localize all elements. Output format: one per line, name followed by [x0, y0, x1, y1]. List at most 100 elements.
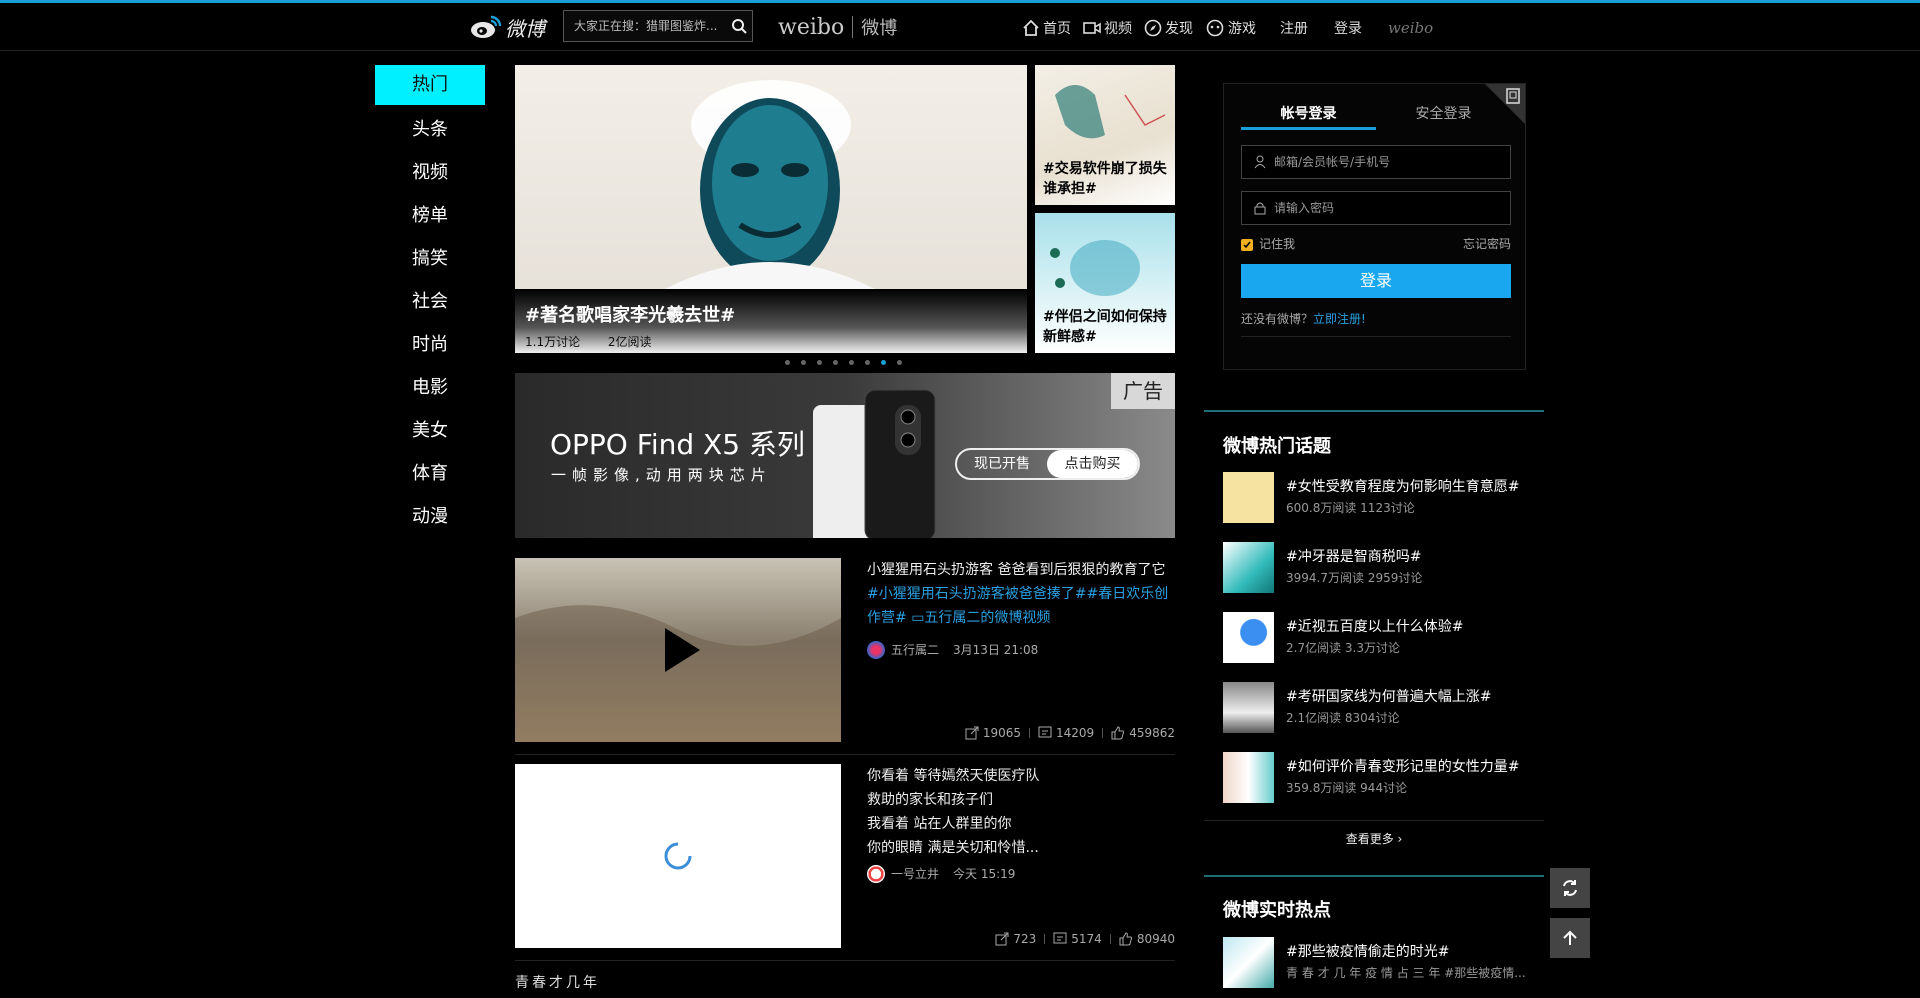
sidebar-item-hot[interactable]: 热门	[375, 65, 485, 105]
brand-wordmark: weibo 微博	[778, 12, 897, 42]
comment-stat[interactable]: 5174	[1053, 932, 1102, 946]
carousel-dot[interactable]	[849, 360, 854, 365]
feed-author-row: 五行属二 3月13日 21:08	[867, 638, 1172, 662]
forgot-password-link[interactable]: 忘记密码	[1463, 235, 1511, 252]
nav-discover[interactable]: 发现	[1144, 18, 1193, 38]
feed-video-link[interactable]: 五行属二的微博视频	[924, 610, 1050, 626]
remember-option[interactable]: 记住我	[1241, 235, 1295, 252]
carousel-dots	[785, 360, 913, 365]
topic-meta: 600.8万阅读 1123讨论	[1286, 501, 1415, 515]
video-thumbnail[interactable]	[515, 558, 841, 742]
sidebar-item-beauty[interactable]: 美女	[375, 409, 485, 452]
feed-item-3-title[interactable]: 青春才几年	[515, 972, 600, 992]
sidebar-item-headlines[interactable]: 头条	[375, 108, 485, 151]
carousel-dot[interactable]	[785, 360, 790, 365]
search-input[interactable]	[564, 11, 726, 41]
remember-checkbox[interactable]	[1241, 238, 1253, 251]
hot-topic-item[interactable]: #女性受教育程度为何影响生育意愿# 600.8万阅读 1123讨论	[1223, 472, 1543, 524]
feed-line: 你的眼睛 满是关切和怜惜...	[867, 840, 1039, 856]
hot-topic-item[interactable]: #冲牙器是智商税吗# 3994.7万阅读 2959讨论	[1223, 542, 1543, 594]
loading-spinner-icon	[664, 842, 692, 870]
nav-video[interactable]: 视频	[1083, 18, 1132, 38]
author-name[interactable]: 一号立井	[891, 862, 939, 886]
topic-meta: 3994.7万阅读 2959讨论	[1286, 571, 1423, 585]
login-tabs: 帐号登录 安全登录	[1241, 100, 1511, 130]
register-link[interactable]: 注册	[1280, 18, 1308, 38]
share-stat[interactable]: 19065	[965, 726, 1021, 740]
refresh-button[interactable]	[1550, 868, 1590, 908]
carousel-main-image	[515, 65, 1027, 289]
weibo-mark: weibo	[1388, 19, 1434, 37]
author-name[interactable]: 五行属二	[891, 638, 939, 662]
compass-icon	[1144, 19, 1162, 37]
username-field	[1241, 145, 1511, 179]
sidebar-item-video[interactable]: 视频	[375, 151, 485, 194]
comment-stat[interactable]: 14209	[1038, 726, 1094, 740]
carousel-dot[interactable]	[817, 360, 822, 365]
top-nav: 首页 视频 发现 游戏 注册 登录 weibo	[1022, 13, 1433, 43]
avatar[interactable]	[867, 865, 885, 883]
tab-secure-login[interactable]: 安全登录	[1376, 100, 1511, 130]
divider	[1044, 934, 1046, 944]
like-stat[interactable]: 459862	[1111, 726, 1175, 740]
feed-item-2: 你看着 等待嫣然天使医疗队 救助的家长和孩子们 我看着 站在人群里的你 你的眼睛…	[515, 764, 1175, 948]
divider	[1204, 820, 1544, 821]
sidebar-item-rankings[interactable]: 榜单	[375, 194, 485, 237]
video-thumbnail[interactable]	[515, 764, 841, 948]
see-more-link[interactable]: 查看更多 ›	[1204, 830, 1544, 847]
side-card-2-title: #伴侣之间如何保持新鲜感#	[1043, 309, 1167, 345]
carousel-dot[interactable]	[881, 360, 886, 365]
search-icon[interactable]	[726, 13, 752, 39]
register-now-link[interactable]: 立即注册!	[1313, 312, 1366, 326]
avatar[interactable]	[867, 641, 885, 659]
password-input[interactable]	[1274, 201, 1510, 215]
hot-topic-item[interactable]: #近视五百度以上什么体验# 2.7亿阅读 3.3万讨论	[1223, 612, 1543, 664]
sidebar-item-funny[interactable]: 搞笑	[375, 237, 485, 280]
carousel-side-card-1[interactable]: #交易软件崩了损失谁承担#	[1035, 65, 1175, 205]
password-field	[1241, 191, 1511, 225]
username-input[interactable]	[1274, 155, 1510, 169]
ad-buy-button[interactable]: 点击购买	[1047, 450, 1138, 478]
sidebar-item-fashion[interactable]: 时尚	[375, 323, 485, 366]
login-button[interactable]: 登录	[1241, 264, 1511, 298]
divider	[1241, 336, 1511, 337]
section-divider	[1204, 875, 1544, 877]
hot-topic-item[interactable]: #考研国家线为何普遍大幅上涨# 2.1亿阅读 8304讨论	[1223, 682, 1543, 734]
post-time: 今天 15:19	[953, 867, 1016, 881]
ad-banner[interactable]: OPPO Find X5 系列 一帧影像,动用两块芯片 现已开售 点击购买 广告	[515, 373, 1175, 538]
sidebar-item-sports[interactable]: 体育	[375, 452, 485, 495]
arrow-up-icon	[1563, 930, 1577, 945]
nav-video-label: 视频	[1104, 21, 1132, 37]
sidebar-item-movies[interactable]: 电影	[375, 366, 485, 409]
hot-topic-item[interactable]: #如何评价青春变形记里的女性力量# 359.8万阅读 944讨论	[1223, 752, 1543, 804]
feed-divider	[515, 960, 1175, 961]
sidebar-item-society[interactable]: 社会	[375, 280, 485, 323]
sidebar-item-anime[interactable]: 动漫	[375, 495, 485, 538]
like-stat[interactable]: 80940	[1119, 932, 1175, 946]
share-stat[interactable]: 723	[995, 932, 1036, 946]
feed-author-row: 一号立井 今天 15:19	[867, 862, 1172, 886]
realtime-item[interactable]: #那些被疫情偷走的时光# 青 春 才 几 年 疫 情 占 三 年 #那些被疫情.…	[1223, 937, 1543, 989]
carousel-dot[interactable]	[801, 360, 806, 365]
carousel-side-card-2[interactable]: #伴侣之间如何保持新鲜感#	[1035, 213, 1175, 353]
nav-games[interactable]: 游戏	[1205, 18, 1256, 38]
tab-account-login[interactable]: 帐号登录	[1241, 100, 1376, 130]
carousel-main-slide[interactable]: #著名歌唱家李光羲去世# 1.1万讨论 2亿阅读	[515, 65, 1027, 353]
topic-name: #女性受教育程度为何影响生育意愿#	[1286, 479, 1520, 495]
login-link[interactable]: 登录	[1334, 18, 1362, 38]
phone-image	[813, 389, 936, 538]
feed-tags[interactable]: #小猩猩用石头扔游客被爸爸揍了##春日欢乐创作营# ▭五行属二的微博视频	[867, 582, 1172, 630]
carousel-dot[interactable]	[833, 360, 838, 365]
login-panel: 帐号登录 安全登录 记住我 忘记密码 登录 还没有微博？立即注册!	[1223, 83, 1526, 370]
weibo-logo[interactable]: 微博	[469, 12, 545, 42]
nav-home[interactable]: 首页	[1022, 18, 1071, 38]
user-icon	[1254, 155, 1266, 169]
feed-divider	[515, 754, 1175, 755]
carousel-main-title: #著名歌唱家李光羲去世#	[525, 305, 736, 326]
carousel-dot[interactable]	[897, 360, 902, 365]
topic-name: #冲牙器是智商税吗#	[1286, 549, 1422, 565]
carousel-dot[interactable]	[865, 360, 870, 365]
back-to-top-button[interactable]	[1550, 918, 1590, 958]
share-count: 19065	[982, 726, 1021, 740]
gamepad-icon	[1206, 19, 1224, 37]
